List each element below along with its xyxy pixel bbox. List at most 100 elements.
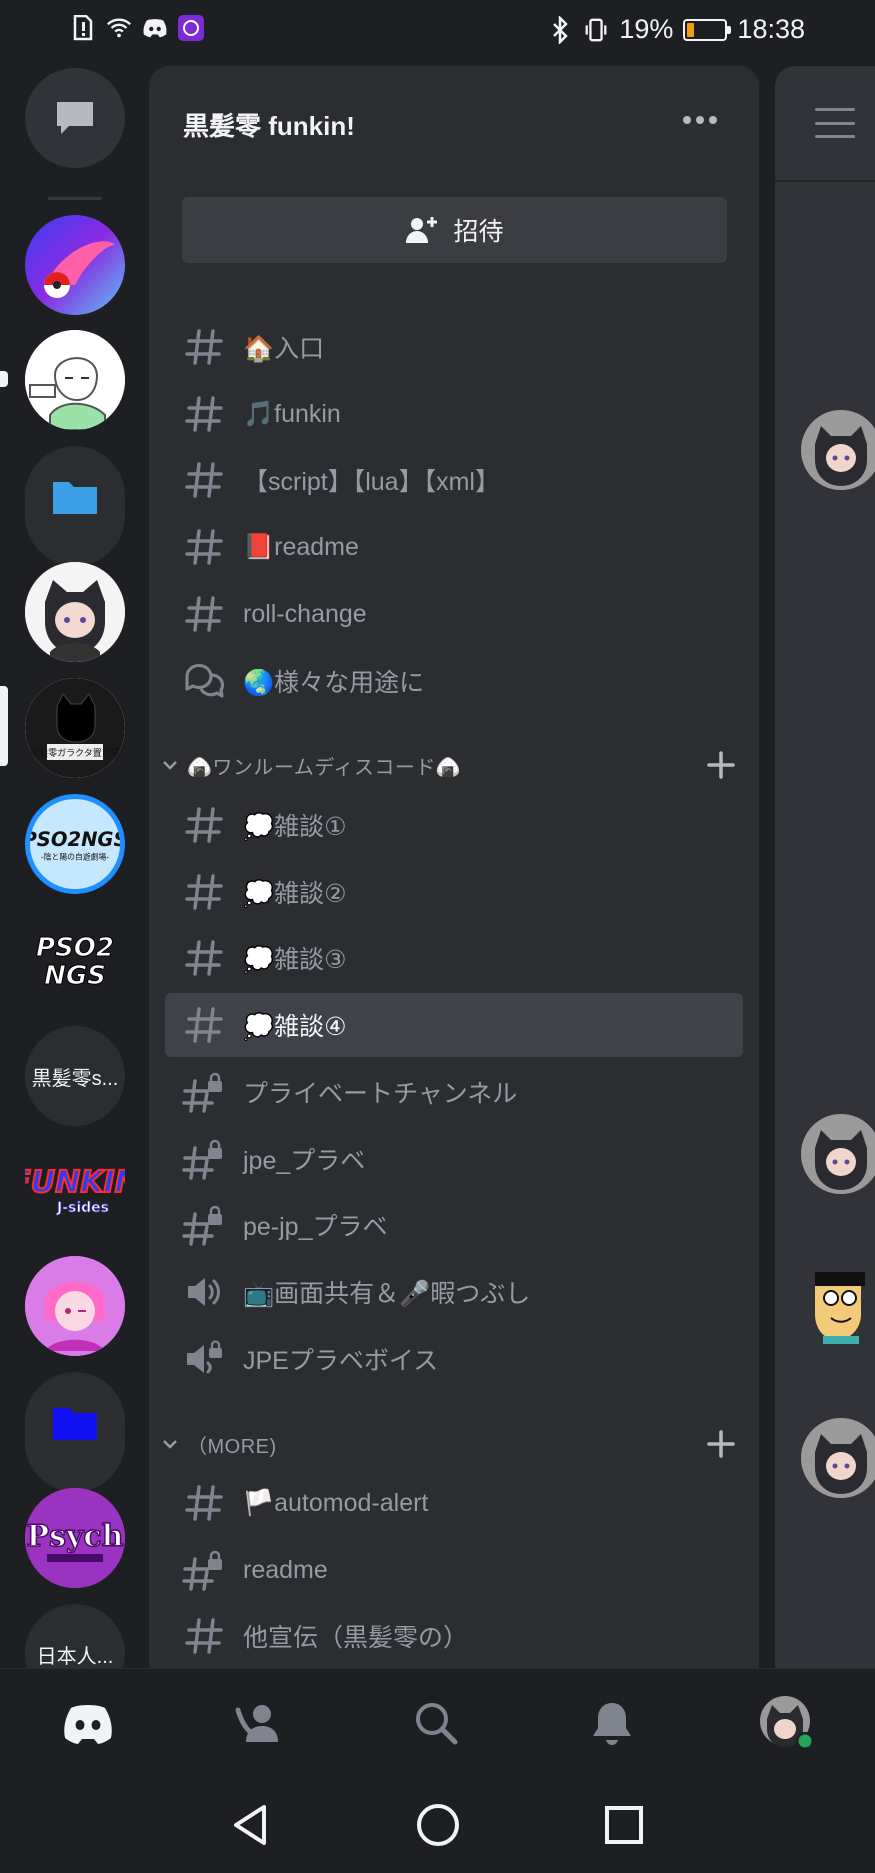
hashtag-icon <box>179 522 229 572</box>
hashtag-icon <box>179 933 229 983</box>
nav-friends-button[interactable] <box>228 1693 288 1753</box>
profile-avatar-icon <box>760 1696 814 1750</box>
server-pso2ngs[interactable]: PSO2 NGS <box>25 910 125 1010</box>
channel-name: 💭雑談① <box>243 813 347 841</box>
hashtag-icon <box>179 589 229 639</box>
channel-name: 💭雑談④ <box>243 1013 347 1041</box>
vibrate-icon <box>583 16 609 44</box>
add-channel-icon[interactable] <box>703 1426 739 1462</box>
channel-item[interactable]: roll-change <box>165 582 743 646</box>
system-home-button[interactable] <box>410 1797 466 1853</box>
channel-name: 🌏様々な用途に <box>243 669 425 697</box>
add-channel-icon[interactable] <box>703 747 739 783</box>
friends-icon <box>235 1705 278 1742</box>
channel-item[interactable]: 💭雑談② <box>165 860 743 924</box>
channel-item[interactable]: 📕readme <box>165 515 743 579</box>
server-black-cat[interactable]: 黒髪零ガラクタ置き場 <box>25 678 125 778</box>
funkin-logo-icon: FUNKINJ-sides <box>25 1164 125 1216</box>
system-nav-bar <box>0 1773 875 1873</box>
message-avatar[interactable] <box>801 1418 875 1498</box>
server-sketch[interactable] <box>25 330 125 430</box>
cat-girl-avatar-icon <box>25 562 125 662</box>
cat-girl-avatar-icon <box>801 1114 875 1194</box>
channel-item[interactable]: pe-jp_プラベ <box>165 1193 743 1257</box>
channel-item[interactable]: 💭雑談④ <box>165 993 743 1057</box>
guild-more-button[interactable] <box>683 110 723 130</box>
system-recents-button[interactable] <box>596 1797 652 1853</box>
status-bar: 19% 18:38 <box>0 0 875 64</box>
svg-text:-陰と陽の自遊劇場-: -陰と陽の自遊劇場- <box>41 852 109 862</box>
category-header-cat2[interactable]: （MORE) <box>159 1424 749 1464</box>
hashtag-icon <box>179 322 229 372</box>
channel-name: 🏠入口 <box>243 335 325 363</box>
nav-notifications-button[interactable] <box>582 1693 642 1753</box>
nav-home-button[interactable] <box>58 1693 118 1753</box>
black-cat-logo-icon: 黒髪零ガラクタ置き場 <box>25 678 125 778</box>
svg-text:FUNKIN: FUNKIN <box>25 1165 125 1200</box>
forum-icon <box>179 656 229 706</box>
wifi-icon <box>106 14 132 42</box>
locked-hashtag-icon <box>179 1067 229 1117</box>
channel-item[interactable]: 🎵funkin <box>165 382 743 446</box>
locked-hashtag-icon <box>179 1134 229 1184</box>
folder-icon <box>53 1408 97 1440</box>
message-avatar[interactable] <box>801 1114 875 1194</box>
nav-profile-button[interactable] <box>757 1693 817 1753</box>
chat-peek <box>775 66 875 1668</box>
server-pso2ngs-stage[interactable]: PSO2NGS-陰と陽の自遊劇場- <box>25 794 125 894</box>
hamburger-menu-icon[interactable] <box>815 108 855 138</box>
server-folder-2[interactable] <box>25 1372 125 1472</box>
app-icon <box>178 14 204 42</box>
nav-search-button[interactable] <box>406 1693 466 1753</box>
channel-item[interactable]: readme <box>165 1538 743 1602</box>
message-avatar[interactable] <box>801 1264 875 1344</box>
server-japanese-text[interactable]: 日本人... <box>25 1604 125 1668</box>
sketch-avatar-icon <box>25 330 125 430</box>
server-pokeball-comet[interactable] <box>25 215 125 315</box>
rail-separator <box>48 197 102 200</box>
hashtag-icon <box>179 1611 229 1661</box>
channel-item[interactable]: 📺画面共有＆🎤暇つぶし <box>165 1260 743 1324</box>
direct-messages-button[interactable] <box>25 68 125 168</box>
server-kurokami-text[interactable]: 黒髪零s... <box>25 1026 125 1126</box>
channel-item[interactable]: 🏳️automod-alert <box>165 1471 743 1535</box>
message-avatar[interactable] <box>801 410 875 490</box>
svg-text:Psych: Psych <box>27 1519 124 1554</box>
channel-name: 🏳️automod-alert <box>243 1488 429 1517</box>
pso2ngs-text-icon: PSO2NGS <box>36 933 115 992</box>
invite-button[interactable]: 招待 <box>182 197 727 263</box>
channel-item[interactable]: 💭雑談① <box>165 793 743 857</box>
server-cat-girl[interactable] <box>25 562 125 662</box>
server-folder-1[interactable] <box>25 446 125 546</box>
channel-item[interactable]: プライベートチャンネル <box>165 1060 743 1124</box>
svg-text:黒髪零ガラクタ置き場: 黒髪零ガラクタ置き場 <box>30 747 120 759</box>
channel-name: jpe_プラベ <box>243 1147 366 1175</box>
hashtag-icon <box>179 867 229 917</box>
channel-item[interactable]: 🏠入口 <box>165 315 743 379</box>
channel-item[interactable]: 他宣伝（黒髪零の） <box>165 1604 743 1668</box>
bluetooth-icon <box>547 15 573 44</box>
cat-girl-avatar-icon <box>801 1418 875 1498</box>
server-pink-avatar[interactable] <box>25 1256 125 1356</box>
svg-text:PSO2NGS: PSO2NGS <box>30 828 120 851</box>
channel-item[interactable]: jpe_プラベ <box>165 1127 743 1191</box>
discord-icon <box>142 14 168 42</box>
channel-name: 📕readme <box>243 532 359 561</box>
server-funkin-jsides[interactable]: FUNKINJ-sides <box>25 1142 125 1242</box>
add-user-icon <box>406 217 438 243</box>
battery-percent: 19% <box>619 14 674 44</box>
server-psych-engine[interactable]: Psych <box>25 1488 125 1588</box>
pso2ngs-logo-icon: PSO2NGS-陰と陽の自遊劇場- <box>30 828 120 862</box>
system-back-button[interactable] <box>222 1797 278 1853</box>
channel-item[interactable]: 🌏様々な用途に <box>165 649 743 713</box>
channel-item[interactable]: JPEプラベボイス <box>165 1327 743 1391</box>
channel-item[interactable]: 💭雑談③ <box>165 926 743 990</box>
channel-name: 🎵funkin <box>243 399 341 428</box>
channel-name: プライベートチャンネル <box>243 1080 518 1108</box>
channel-name: 【script】【lua】【xml】 <box>243 468 500 496</box>
chevron-down-icon <box>159 754 181 776</box>
category-header-cat1[interactable]: 🍙ワンルームディスコード🍙 <box>159 745 749 785</box>
cat-girl-avatar-icon <box>801 410 875 490</box>
guild-name[interactable]: 黒髪零 funkin! <box>183 106 355 143</box>
channel-item[interactable]: 【script】【lua】【xml】 <box>165 448 743 512</box>
